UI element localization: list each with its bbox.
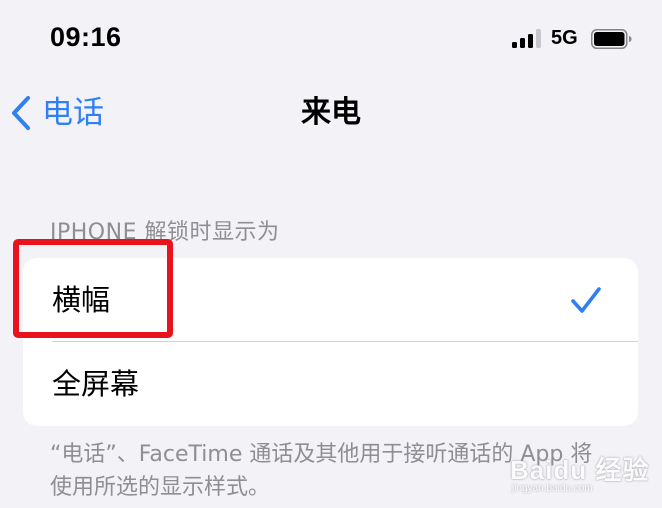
section-header: IPHONE 解锁时显示为: [50, 220, 280, 245]
section-footer: “电话”、FaceTime 通话及其他用于接听通话的 App 将使用所选的显示样…: [50, 442, 593, 500]
battery-icon: [591, 29, 632, 49]
chevron-left-icon: [12, 96, 30, 130]
option-label-banner: 横幅: [52, 283, 111, 317]
display-style-options: 横幅 全屏幕: [23, 258, 638, 426]
status-time: 09:16: [50, 22, 122, 52]
network-type: 5G: [551, 27, 578, 49]
back-button-label: 电话: [42, 95, 104, 131]
cellular-signal-icon: [512, 29, 544, 48]
option-row-fullscreen[interactable]: 全屏幕: [23, 342, 638, 426]
option-row-banner[interactable]: 横幅: [23, 258, 638, 342]
status-bar: 09:16 5G: [0, 0, 662, 80]
back-button[interactable]: 电话: [10, 88, 104, 138]
option-label-fullscreen: 全屏幕: [52, 367, 140, 401]
page-title: 来电: [301, 95, 361, 130]
checkmark-icon: [571, 287, 601, 313]
